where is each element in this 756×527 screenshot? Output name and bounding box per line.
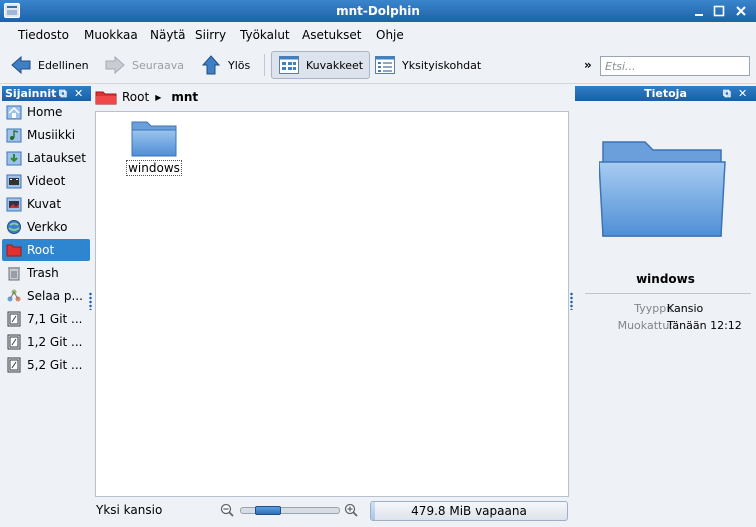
breadcrumb-separator-icon: ▶	[155, 92, 162, 102]
sidebar-item-root[interactable]: Root	[2, 239, 90, 261]
sidebar-item-label: Kuvat	[27, 197, 62, 211]
icons-view-button[interactable]: Kuvakkeet	[271, 51, 371, 79]
menu-asetukset[interactable]: Asetukset	[302, 28, 361, 42]
sidebar-item-label: Verkko	[27, 220, 68, 234]
details-view-icon	[374, 54, 396, 76]
home-icon	[6, 104, 22, 120]
file-view[interactable]: windows	[95, 111, 569, 497]
music-icon	[6, 127, 22, 143]
pictures-icon	[6, 196, 22, 212]
free-space-text: 479.8 MiB vapaana	[411, 504, 527, 518]
free-space-bar: 479.8 MiB vapaana	[370, 501, 568, 521]
root-folder-icon	[6, 242, 22, 258]
trash-icon	[6, 265, 22, 281]
arrow-left-icon	[10, 54, 32, 76]
search-input[interactable]	[600, 56, 750, 76]
window-title: mnt-Dolphin	[336, 4, 420, 18]
arrow-up-icon	[200, 54, 222, 76]
breadcrumb-root[interactable]: Root	[122, 90, 149, 104]
places-list: Home Musiikki Lataukset Videot Kuvat Verkko Ro…	[2, 101, 91, 497]
info-file-name: windows	[636, 272, 695, 286]
places-panel-title: Sijainnit	[5, 87, 57, 100]
browse-network-icon	[6, 288, 22, 304]
menu-ohje[interactable]: Ohje	[376, 28, 404, 42]
sidebar-item-home[interactable]: Home	[2, 101, 90, 123]
menu-tyokalut[interactable]: Työkalut	[240, 28, 290, 42]
right-splitter-handle[interactable]	[570, 292, 573, 310]
sidebar-item-label: Selaa p...	[27, 289, 83, 303]
sidebar-item-kuvat[interactable]: Kuvat	[2, 193, 90, 215]
zoom-slider[interactable]	[240, 506, 340, 515]
back-button[interactable]: Edellinen	[10, 51, 89, 79]
info-type-value: Kansio	[667, 302, 704, 315]
sidebar-item-label: Trash	[27, 266, 59, 280]
sidebar-item-selaa-p[interactable]: Selaa p...	[2, 285, 90, 307]
drive-icon	[6, 311, 22, 327]
zoom-out-icon[interactable]	[220, 503, 234, 520]
sidebar-item-label: Lataukset	[27, 151, 86, 165]
sidebar-item-label: Root	[27, 243, 55, 257]
file-item-folder[interactable]: windows	[124, 118, 184, 176]
info-divider	[585, 293, 751, 294]
toolbar-overflow-button[interactable]: »	[584, 58, 592, 72]
downloads-icon	[6, 150, 22, 166]
zoom-control	[220, 503, 360, 517]
sidebar-item-5-2-git[interactable]: 5,2 Git ...	[2, 354, 90, 376]
status-text: Yksi kansio	[96, 503, 163, 517]
up-button[interactable]: Ylös	[200, 51, 250, 79]
zoom-slider-handle[interactable]	[255, 506, 281, 515]
left-splitter-handle[interactable]	[89, 292, 92, 310]
menu-bar: Tiedosto Muokkaa Näytä Siirry Työkalut A…	[0, 22, 756, 46]
info-panel: Tietoja ⧉ ✕ windows Tyyppi: Kansio Muoka…	[575, 86, 756, 527]
close-panel-icon[interactable]: ✕	[74, 86, 83, 101]
network-icon	[6, 219, 22, 235]
sidebar-item-label: Videot	[27, 174, 66, 188]
forward-button[interactable]: Seuraava	[104, 51, 184, 79]
maximize-icon[interactable]	[712, 4, 726, 18]
file-item-label: windows	[126, 160, 182, 176]
videos-icon	[6, 173, 22, 189]
sidebar-item-musiikki[interactable]: Musiikki	[2, 124, 90, 146]
sidebar-item-lataukset[interactable]: Lataukset	[2, 147, 90, 169]
minimize-icon[interactable]	[692, 4, 706, 18]
arrow-right-icon	[104, 54, 126, 76]
sidebar-item-1-2-git[interactable]: 1,2 Git ...	[2, 331, 90, 353]
breadcrumb-current[interactable]: mnt	[171, 90, 198, 104]
menu-siirry[interactable]: Siirry	[195, 28, 226, 42]
drive-icon	[6, 334, 22, 350]
menu-muokkaa[interactable]: Muokkaa	[84, 28, 138, 42]
sidebar-item-label: Home	[27, 105, 63, 119]
sidebar-item-7-1-git[interactable]: 7,1 Git ...	[2, 308, 90, 330]
sidebar-item-label: 5,2 Git ...	[27, 358, 83, 372]
breadcrumb: Root ▶ mnt	[95, 86, 569, 108]
float-panel-icon[interactable]: ⧉	[723, 86, 731, 101]
float-panel-icon[interactable]: ⧉	[59, 86, 67, 101]
folder-icon	[130, 118, 178, 158]
toolbar-separator	[264, 54, 265, 76]
places-panel-header: Sijainnit ⧉ ✕	[2, 86, 91, 101]
title-bar: mnt-Dolphin	[0, 0, 756, 22]
close-icon[interactable]	[734, 4, 748, 18]
sidebar-item-verkko[interactable]: Verkko	[2, 216, 90, 238]
folder-preview-icon	[598, 136, 727, 243]
sidebar-item-videot[interactable]: Videot	[2, 170, 90, 192]
sidebar-item-label: 1,2 Git ...	[27, 335, 83, 349]
sidebar-item-label: Musiikki	[27, 128, 76, 142]
details-view-button[interactable]: Yksityiskohdat	[374, 51, 481, 79]
drive-icon	[6, 357, 22, 373]
sidebar-item-label: 7,1 Git ...	[27, 312, 83, 326]
sidebar-item-trash[interactable]: Trash	[2, 262, 90, 284]
icons-view-icon	[278, 54, 300, 76]
root-folder-icon	[95, 89, 117, 105]
info-modified-value: Tänään 12:12	[667, 319, 742, 332]
free-space-fill	[371, 502, 375, 520]
info-modified-label: Muokattu:	[617, 319, 673, 332]
close-panel-icon[interactable]: ✕	[738, 86, 747, 101]
menu-nayta[interactable]: Näytä	[150, 28, 186, 42]
zoom-in-icon[interactable]	[344, 503, 358, 520]
menu-tiedosto[interactable]: Tiedosto	[18, 28, 69, 42]
info-panel-header: Tietoja ⧉ ✕	[575, 86, 756, 101]
